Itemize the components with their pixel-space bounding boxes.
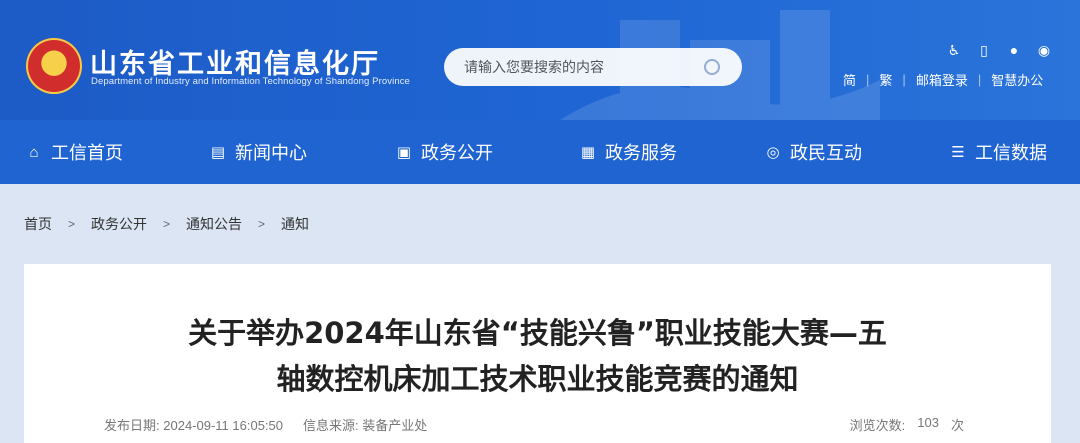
divider: | [902, 72, 906, 87]
search-box[interactable] [444, 48, 742, 86]
divider: | [977, 72, 982, 87]
search-input[interactable] [464, 57, 694, 77]
nav-label: 新闻中心 [235, 143, 307, 163]
publish-date: 发布日期: 2024-09-11 16:05:50 [104, 415, 283, 434]
site-subtitle: Department of Industry and Information T… [91, 76, 410, 87]
breadcrumb-notices[interactable]: 通知 [281, 214, 309, 234]
publish-value: 2024-09-11 16:05:50 [163, 418, 283, 433]
divider: | [866, 72, 870, 87]
source-value: 装备产业处 [362, 418, 428, 433]
views-value: 103 [917, 415, 939, 430]
views-label: 浏览次数: [849, 418, 906, 433]
article-meta: 发布日期: 2024-09-11 16:05:50 信息来源: 装备产业处 浏览… [104, 415, 964, 434]
nav-label: 政民互动 [790, 143, 862, 163]
main-nav: ⌂ 工信首页 ▤ 新闻中心 ▣ 政务公开 ▦ 政务服务 ◎ 政民互动 ☰ 工信数… [0, 120, 1080, 184]
breadcrumb-home[interactable]: 首页 [24, 214, 52, 234]
article-title-line: 轴数控机床加工技术职业技能竞赛的通知 [276, 362, 799, 396]
nav-item-gov-service[interactable]: ▦ 政务服务 [578, 120, 677, 184]
source-info: 信息来源: 装备产业处 [303, 415, 427, 434]
nav-item-data[interactable]: ☰ 工信数据 [948, 120, 1047, 184]
wheelchair-icon[interactable]: ♿ [946, 42, 962, 58]
breadcrumb: 首页 > 政务公开 > 通知公告 > 通知 [24, 214, 309, 234]
breadcrumb-gov-affairs[interactable]: 政务公开 [91, 214, 147, 234]
site-header: ★ 山东省工业和信息化厅 Department of Industry and … [0, 0, 1080, 120]
chevron-right-icon: > [258, 217, 266, 231]
view-count: 浏览次数: 103 次 [850, 415, 964, 434]
article-title: 关于举办2024年山东省“技能兴鲁”职业技能大赛—五 轴数控机床加工技术职业技能… [24, 310, 1051, 402]
traditional-link[interactable]: 繁 [879, 70, 892, 89]
nav-label: 政务服务 [605, 143, 677, 163]
nav-item-news[interactable]: ▤ 新闻中心 [208, 120, 307, 184]
phone-icon[interactable]: ▯ [976, 42, 992, 58]
national-emblem-logo[interactable]: ★ [26, 38, 82, 94]
nav-item-home[interactable]: ⌂ 工信首页 [24, 120, 123, 184]
news-icon: ▤ [210, 144, 226, 161]
weibo-icon[interactable]: ◉ [1036, 42, 1052, 58]
publish-label: 发布日期: [104, 418, 160, 433]
tool-icons: ♿ ▯ ● ◉ [946, 42, 1052, 58]
nav-item-interaction[interactable]: ◎ 政民互动 [763, 120, 862, 184]
wechat-icon[interactable]: ● [1006, 42, 1022, 58]
tool-links: 简 | 繁 | 邮箱登录 | 智慧办公 [843, 70, 1043, 89]
views-unit: 次 [950, 418, 964, 433]
database-icon: ☰ [951, 144, 965, 161]
search-icon[interactable] [704, 59, 720, 75]
nav-label: 工信数据 [975, 143, 1047, 163]
breadcrumb-announcements[interactable]: 通知公告 [186, 214, 242, 234]
home-icon: ⌂ [29, 143, 39, 161]
chat-icon: ◎ [766, 144, 780, 161]
smart-office-link[interactable]: 智慧办公 [991, 70, 1043, 89]
service-icon: ▦ [580, 144, 596, 161]
nav-item-gov-affairs[interactable]: ▣ 政务公开 [394, 120, 493, 184]
chevron-right-icon: > [163, 217, 171, 231]
article-title-line: 关于举办2024年山东省“技能兴鲁”职业技能大赛—五 [188, 316, 887, 350]
email-login-link[interactable]: 邮箱登录 [916, 70, 968, 89]
source-label: 信息来源: [303, 418, 359, 433]
article-card: 关于举办2024年山东省“技能兴鲁”职业技能大赛—五 轴数控机床加工技术职业技能… [24, 264, 1051, 443]
nav-label: 工信首页 [51, 143, 123, 163]
monitor-icon: ▣ [396, 144, 412, 161]
chevron-right-icon: > [68, 217, 76, 231]
nav-label: 政务公开 [421, 143, 493, 163]
simplified-link[interactable]: 简 [843, 70, 856, 89]
